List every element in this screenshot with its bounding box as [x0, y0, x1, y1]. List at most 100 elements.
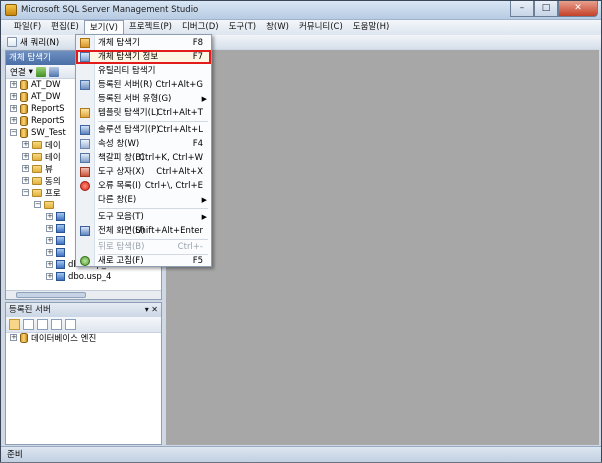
expand-icon[interactable]: +: [46, 237, 53, 244]
tree-node-proc[interactable]: +: [46, 223, 68, 234]
new-query-icon: [7, 37, 17, 47]
expand-icon[interactable]: +: [10, 81, 17, 88]
folder-icon: [32, 176, 42, 185]
collapse-icon[interactable]: −: [10, 129, 17, 136]
menu-item-toolbox[interactable]: 도구 상자(X) Ctrl+Alt+X: [76, 165, 211, 179]
node-label: AT_DW: [31, 79, 61, 90]
tree-node-db-expanded[interactable]: − SW_Test: [10, 127, 66, 138]
expand-icon[interactable]: +: [22, 177, 29, 184]
connect-dropdown-icon[interactable]: ▾: [29, 67, 33, 77]
menu-item-label: 등록된 서버(R): [98, 80, 153, 90]
menu-item-utility-explorer[interactable]: 유틸리티 탐색기: [76, 64, 211, 78]
tree-node-db[interactable]: + ReportS: [10, 103, 65, 114]
collapse-icon[interactable]: −: [22, 189, 29, 196]
menu-item-shortcut: F7: [192, 52, 203, 62]
node-label: 동의: [45, 176, 61, 187]
compact-edition-icon[interactable]: [65, 319, 76, 330]
menu-edit[interactable]: 편집(E): [46, 20, 84, 35]
menu-item-navigate-backward[interactable]: 뒤로 탐색(B) Ctrl+-: [76, 240, 211, 254]
menu-item-object-explorer-details[interactable]: 개체 탐색기 정보 F7: [76, 50, 211, 64]
expand-icon[interactable]: +: [22, 153, 29, 160]
tree-node-folder[interactable]: + 동의: [22, 175, 61, 187]
menu-file[interactable]: 파일(F): [9, 20, 46, 35]
expand-icon[interactable]: +: [46, 213, 53, 220]
tree-node-proc[interactable]: +: [46, 235, 68, 246]
expand-icon[interactable]: +: [46, 249, 53, 256]
menu-view[interactable]: 보기(V): [83, 20, 124, 35]
reporting-services-icon[interactable]: [37, 319, 48, 330]
view-menu-dropdown: 개체 탐색기 F8 개체 탐색기 정보 F7 유틸리티 탐색기 등록된 서버(R…: [75, 34, 212, 267]
menu-item-solution-explorer[interactable]: 솔루션 탐색기(P) Ctrl+Alt+L: [76, 123, 211, 137]
integration-services-icon[interactable]: [51, 319, 62, 330]
expand-icon[interactable]: +: [46, 273, 53, 280]
analysis-services-icon[interactable]: [23, 319, 34, 330]
expand-icon[interactable]: +: [22, 165, 29, 172]
expand-icon[interactable]: +: [46, 261, 53, 268]
menu-item-label: 도구 상자(X): [98, 167, 145, 177]
menu-community[interactable]: 커뮤니티(C): [294, 20, 348, 35]
menu-item-bookmark-window[interactable]: 책갈피 창(B) Ctrl+K, Ctrl+W: [76, 151, 211, 165]
menu-separator: [98, 208, 208, 209]
minimize-button[interactable]: –: [510, 1, 534, 17]
menu-item-full-screen[interactable]: 전체 화면(U) Shift+Alt+Enter: [76, 224, 211, 238]
menu-help[interactable]: 도움말(H): [348, 20, 394, 35]
tree-node-folder[interactable]: + 뷰: [22, 163, 53, 175]
menu-item-other-windows[interactable]: 다른 창(E) ▶: [76, 193, 211, 207]
expand-icon[interactable]: +: [46, 225, 53, 232]
menu-item-error-list[interactable]: 오류 목록(I) Ctrl+\, Ctrl+E: [76, 179, 211, 193]
node-label: 프로: [45, 188, 61, 199]
submenu-arrow-icon: ▶: [201, 95, 207, 103]
tree-node-db[interactable]: + AT_DW: [10, 91, 61, 102]
tree-node-db[interactable]: + ReportS: [10, 115, 65, 126]
menu-item-label: 도구 모음(T): [98, 212, 144, 222]
menu-item-shortcut: F4: [192, 139, 203, 149]
close-button[interactable]: ✕: [558, 1, 598, 17]
menu-window[interactable]: 창(W): [261, 20, 294, 35]
menu-item-refresh[interactable]: 새로 고침(F) F5: [76, 254, 211, 268]
ssms-app-icon: [5, 4, 17, 16]
expand-icon[interactable]: +: [10, 93, 17, 100]
tree-node-folder-expanded[interactable]: −: [34, 199, 57, 210]
node-label: 데이: [45, 140, 61, 151]
connect-server-icon[interactable]: [35, 66, 46, 77]
node-label: 데이터베이스 엔진: [31, 333, 97, 344]
tree-node-folder[interactable]: + 테이: [22, 151, 61, 163]
tree-node-db[interactable]: + AT_DW: [10, 79, 61, 90]
disconnect-icon[interactable]: [48, 66, 59, 77]
menu-item-registered-server-types[interactable]: 등록된 서버 유형(G) ▶: [76, 92, 211, 106]
menu-debug[interactable]: 디버그(D): [177, 20, 224, 35]
collapse-icon[interactable]: −: [34, 201, 41, 208]
tree-node-folder-expanded[interactable]: − 프로: [22, 187, 61, 199]
tree-node-proc[interactable]: +: [46, 247, 68, 258]
menu-item-properties-window[interactable]: 속성 창(W) F4: [76, 137, 211, 151]
connect-button[interactable]: 연결: [10, 66, 26, 78]
registered-servers-pane: 등록된 서버 ▾ ✕ + 데이터베이스 엔진: [5, 302, 162, 445]
new-query-button[interactable]: 새 쿼리(N): [7, 36, 59, 48]
menu-item-label: 등록된 서버 유형(G): [98, 94, 172, 104]
menu-item-toolbars[interactable]: 도구 모음(T) ▶: [76, 210, 211, 224]
expand-icon[interactable]: +: [10, 117, 17, 124]
tree-node-database-engine[interactable]: + 데이터베이스 엔진: [10, 332, 97, 344]
folder-icon: [32, 164, 42, 173]
node-label: AT_DW: [31, 91, 61, 102]
maximize-button[interactable]: □: [534, 1, 558, 17]
node-label: ReportS: [31, 103, 65, 114]
expand-icon[interactable]: +: [10, 105, 17, 112]
menu-item-object-explorer[interactable]: 개체 탐색기 F8: [76, 36, 211, 50]
tree-node-folder[interactable]: + 데이: [22, 139, 61, 151]
registered-servers-icon: [80, 80, 90, 90]
object-explorer-title: 개체 탐색기: [9, 53, 51, 63]
tree-node-proc[interactable]: + dbo.usp_4: [46, 271, 111, 282]
menu-tools[interactable]: 도구(T): [224, 20, 261, 35]
menu-item-template-explorer[interactable]: 템플릿 탐색기(L) Ctrl+Alt+T: [76, 106, 211, 120]
properties-icon: [80, 139, 90, 149]
tree-node-proc[interactable]: +: [46, 211, 68, 222]
horizontal-scrollbar[interactable]: [6, 290, 161, 299]
scrollbar-thumb[interactable]: [16, 292, 86, 298]
pane-options-icon[interactable]: ▾ ✕: [145, 303, 158, 317]
expand-icon[interactable]: +: [10, 334, 17, 341]
database-engine-icon[interactable]: [9, 319, 20, 330]
menu-item-registered-servers[interactable]: 등록된 서버(R) Ctrl+Alt+G: [76, 78, 211, 92]
menu-project[interactable]: 프로젝트(P): [124, 20, 177, 35]
expand-icon[interactable]: +: [22, 141, 29, 148]
